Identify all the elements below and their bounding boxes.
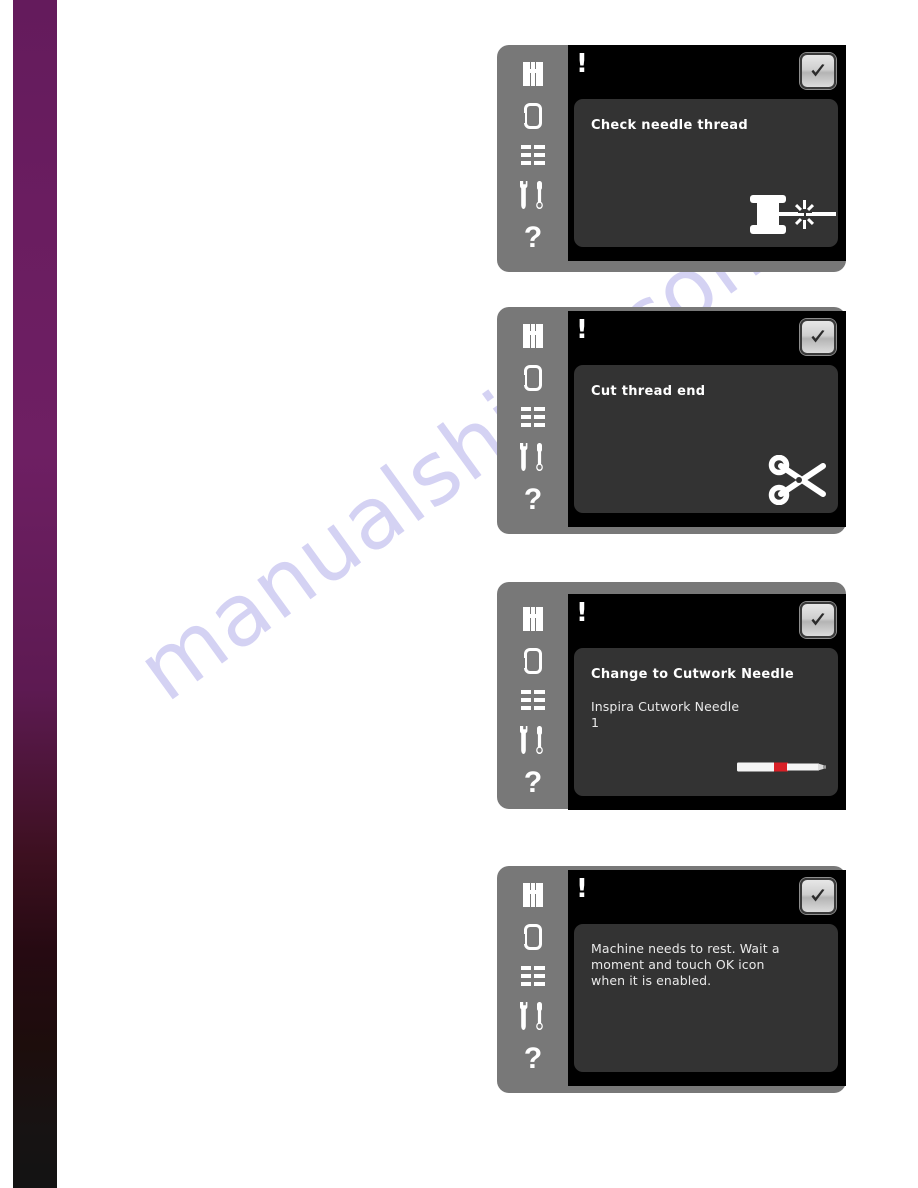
- dialog-panel-cut-thread-end: ? ! Cut thread end: [497, 307, 846, 534]
- sidebar-item-menu[interactable]: [513, 690, 553, 710]
- lcd-screen: ! Machine needs to rest. Wait a moment a…: [568, 870, 846, 1086]
- dialog-panel-machine-needs-rest: ? ! Machine needs to rest. Wait a moment…: [497, 866, 846, 1093]
- scissors-icon: [768, 454, 830, 506]
- checkmark-icon: [811, 613, 825, 626]
- question-mark-icon: ?: [523, 483, 543, 516]
- sewing-machine-icon: [523, 324, 543, 348]
- menu-list-icon: [521, 690, 545, 710]
- sidebar-item-settings[interactable]: [513, 1002, 553, 1030]
- tools-wrench-screwdriver-icon: [520, 1002, 546, 1030]
- message-box: Check needle thread: [574, 99, 838, 247]
- panel-sidebar: ?: [497, 582, 569, 809]
- sidebar-item-help[interactable]: ?: [513, 485, 553, 515]
- screen-header: !: [568, 311, 846, 363]
- sidebar-item-sewing-mode[interactable]: [513, 324, 553, 348]
- alert-exclamation-icon: !: [576, 874, 588, 904]
- ok-button[interactable]: [800, 319, 836, 355]
- lcd-screen: ! Check needle thread: [568, 45, 846, 261]
- embroidery-hoop-icon: [522, 648, 542, 674]
- sidebar-item-embroidery-mode[interactable]: [513, 365, 553, 391]
- message-title: Cut thread end: [591, 384, 706, 399]
- ok-button[interactable]: [800, 53, 836, 89]
- message-box: Cut thread end: [574, 365, 838, 513]
- tools-wrench-screwdriver-icon: [520, 726, 546, 754]
- sidebar-item-embroidery-mode[interactable]: [513, 924, 553, 950]
- sidebar-item-embroidery-mode[interactable]: [513, 103, 553, 129]
- sidebar-item-sewing-mode[interactable]: [513, 62, 553, 86]
- alert-exclamation-icon: !: [576, 598, 588, 628]
- sidebar-item-menu[interactable]: [513, 966, 553, 986]
- sidebar-item-menu[interactable]: [513, 407, 553, 427]
- message-title: Check needle thread: [591, 118, 748, 133]
- alert-exclamation-icon: !: [576, 49, 588, 79]
- lcd-screen: ! Cut thread end: [568, 311, 846, 527]
- sewing-machine-icon: [523, 607, 543, 631]
- tools-wrench-screwdriver-icon: [520, 181, 546, 209]
- cutwork-needle-icon: [737, 760, 827, 774]
- panel-sidebar: ?: [497, 866, 569, 1093]
- panel-sidebar: ?: [497, 307, 569, 534]
- screen-header: !: [568, 45, 846, 97]
- sidebar-item-settings[interactable]: [513, 443, 553, 471]
- lcd-screen: ! Change to Cutwork Needle Inspira Cutwo…: [568, 594, 846, 810]
- ok-button[interactable]: [800, 878, 836, 914]
- thread-spool-icon: [746, 193, 836, 239]
- checkmark-icon: [811, 889, 825, 902]
- screen-header: !: [568, 594, 846, 646]
- question-mark-icon: ?: [523, 221, 543, 254]
- sidebar-item-menu[interactable]: [513, 145, 553, 165]
- checkmark-icon: [811, 64, 825, 77]
- embroidery-hoop-icon: [522, 924, 542, 950]
- sewing-machine-icon: [523, 883, 543, 907]
- question-mark-icon: ?: [523, 1042, 543, 1075]
- panel-sidebar: ?: [497, 45, 569, 272]
- message-title: Change to Cutwork Needle: [591, 667, 794, 682]
- embroidery-hoop-icon: [522, 103, 542, 129]
- alert-exclamation-icon: !: [576, 315, 588, 345]
- sidebar-item-help[interactable]: ?: [513, 1044, 553, 1074]
- sewing-machine-icon: [523, 62, 543, 86]
- message-box: Change to Cutwork Needle Inspira Cutwork…: [574, 648, 838, 796]
- menu-list-icon: [521, 145, 545, 165]
- sidebar-item-embroidery-mode[interactable]: [513, 648, 553, 674]
- ok-button[interactable]: [800, 602, 836, 638]
- tools-wrench-screwdriver-icon: [520, 443, 546, 471]
- message-box: Machine needs to rest. Wait a moment and…: [574, 924, 838, 1072]
- decorative-side-band: [13, 0, 57, 1188]
- embroidery-hoop-icon: [522, 365, 542, 391]
- menu-list-icon: [521, 966, 545, 986]
- sidebar-item-help[interactable]: ?: [513, 768, 553, 798]
- sidebar-item-settings[interactable]: [513, 181, 553, 209]
- dialog-panel-change-cutwork-needle: ? ! Change to Cutwork Needle Inspira Cut…: [497, 582, 846, 810]
- sidebar-item-help[interactable]: ?: [513, 223, 553, 253]
- sidebar-item-settings[interactable]: [513, 726, 553, 754]
- sidebar-item-sewing-mode[interactable]: [513, 607, 553, 631]
- checkmark-icon: [811, 330, 825, 343]
- menu-list-icon: [521, 407, 545, 427]
- screen-header: !: [568, 870, 846, 922]
- dialog-panel-check-needle-thread: ? ! Check needle thread: [497, 45, 846, 272]
- message-body: Inspira Cutwork Needle 1: [591, 699, 740, 730]
- message-body: Machine needs to rest. Wait a moment and…: [591, 941, 780, 988]
- question-mark-icon: ?: [523, 766, 543, 799]
- sidebar-item-sewing-mode[interactable]: [513, 883, 553, 907]
